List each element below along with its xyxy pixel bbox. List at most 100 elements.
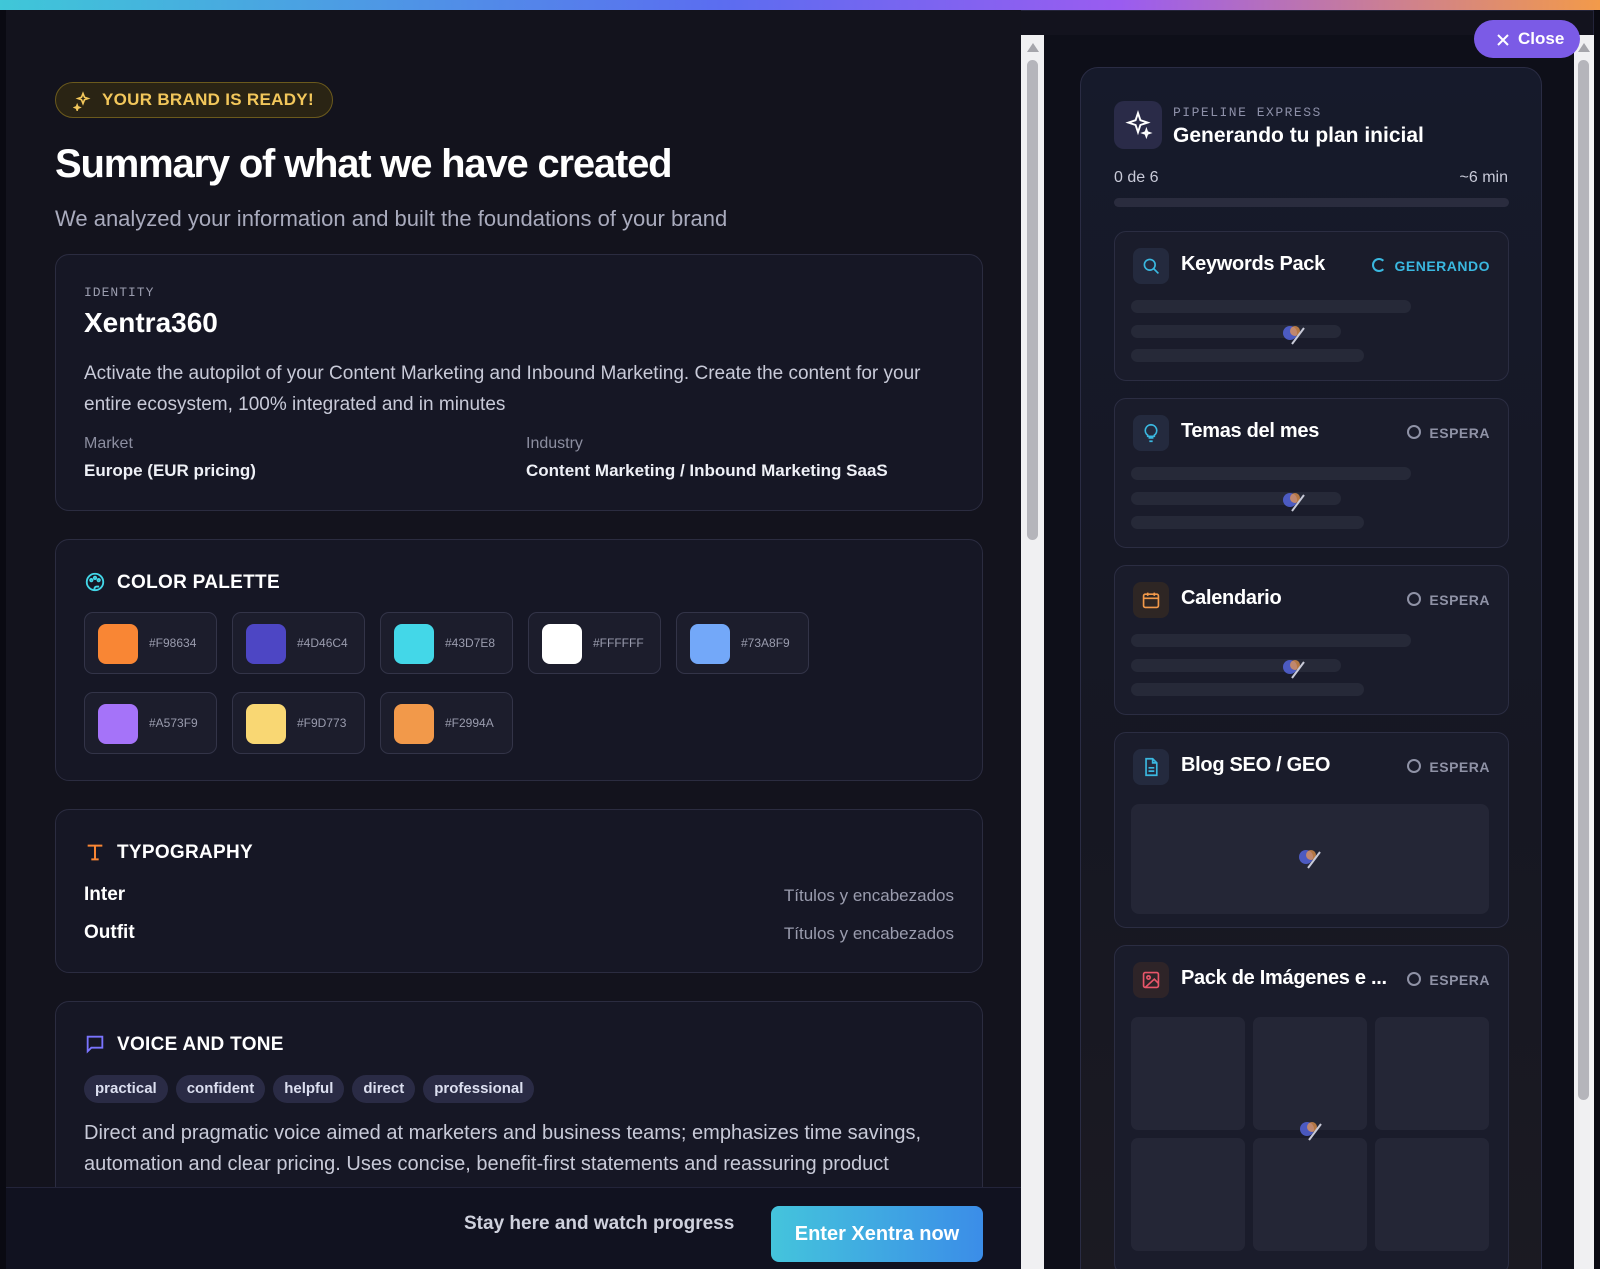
step-status-label: ESPERA <box>1429 592 1490 608</box>
identity-label: IDENTITY <box>84 285 155 300</box>
pipeline-step-images: Pack de Imágenes e ... ESPERA <box>1114 945 1509 1269</box>
message-icon <box>86 1035 104 1054</box>
skeleton-line <box>1131 349 1364 362</box>
font-usage: Títulos y encabezados <box>783 924 954 943</box>
brand-name: Xentra360 <box>84 307 218 338</box>
tone-tags: practical confident helpful direct professio… <box>84 1075 542 1103</box>
image-placeholder <box>1253 1138 1367 1251</box>
step-name: Blog SEO / GEO <box>1181 754 1331 776</box>
industry-value: Content Marketing / Inbound Marketing Sa… <box>526 461 888 480</box>
tone-tag: direct <box>352 1075 416 1103</box>
font-usage: Títulos y encabezados <box>783 886 954 905</box>
color-hex: #F2994A <box>445 716 494 730</box>
progress-eta: ~6 min <box>1459 169 1508 186</box>
pending-icon <box>1407 425 1422 439</box>
color-palette-card: COLOR PALETTE #F98634 #4D46C4 #43D7E8 #FFFF… <box>55 539 983 781</box>
color-hex: #43D7E8 <box>445 636 496 650</box>
blog-preview-placeholder <box>1131 804 1489 914</box>
document-icon <box>1133 749 1169 785</box>
color-chip <box>98 704 138 744</box>
market-value: Europe (EUR pricing) <box>84 461 256 480</box>
loading-logo-icon <box>1283 660 1305 679</box>
pipeline-title: Generando tu plan inicial <box>1173 124 1424 147</box>
skeleton-line <box>1131 516 1364 529</box>
color-hex: #A573F9 <box>149 716 198 730</box>
tone-tag: confident <box>175 1075 266 1103</box>
skeleton-line <box>1131 300 1411 313</box>
step-status: ESPERA <box>1407 972 1490 988</box>
color-swatch[interactable]: #F98634 <box>84 612 217 674</box>
color-chip <box>394 704 434 744</box>
skeleton-line <box>1131 467 1411 480</box>
search-icon <box>1133 248 1169 284</box>
modal-footer: Stay here and watch progress Enter Xentr… <box>6 1187 1021 1269</box>
image-placeholder <box>1375 1017 1489 1130</box>
color-swatch[interactable]: #FFFFFF <box>528 612 661 674</box>
pipeline-panel: PIPELINE EXPRESS Generando tu plan inici… <box>1080 67 1542 1269</box>
skeleton-line <box>1131 683 1364 696</box>
color-swatch[interactable]: #F9D773 <box>232 692 365 754</box>
color-chip <box>690 624 730 664</box>
progress-bar <box>1114 198 1509 207</box>
step-name: Calendario <box>1181 587 1282 609</box>
spinner-icon <box>1372 258 1387 272</box>
step-status: ESPERA <box>1407 425 1490 441</box>
color-hex: #73A8F9 <box>741 636 790 650</box>
identity-card: IDENTITY Xentra360 Activate the autopilo… <box>55 254 983 511</box>
close-icon <box>1497 34 1509 46</box>
sparkles-icon <box>73 91 91 111</box>
stay-here-button[interactable]: Stay here and watch progress <box>464 1213 734 1235</box>
step-status-label: GENERANDO <box>1394 258 1490 274</box>
color-chip <box>394 624 434 664</box>
step-status-label: ESPERA <box>1429 425 1490 441</box>
summary-pane: YOUR BRAND IS READY! Summary of what we … <box>6 10 1021 1187</box>
pipeline-step-keywords: Keywords Pack GENERANDO <box>1114 231 1509 381</box>
scroll-up-arrow-icon[interactable] <box>1578 43 1590 52</box>
voice-description: Direct and pragmatic voice aimed at mark… <box>84 1122 922 1175</box>
tone-tag: helpful <box>273 1075 345 1103</box>
font-name: Inter <box>84 884 126 905</box>
lightbulb-icon <box>1133 415 1169 451</box>
sparkles-icon <box>1114 101 1162 149</box>
step-name: Temas del mes <box>1181 420 1320 442</box>
loading-logo-icon <box>1300 1122 1322 1141</box>
pipeline-step-blog: Blog SEO / GEO ESPERA <box>1114 732 1509 928</box>
color-swatch[interactable]: #F2994A <box>380 692 513 754</box>
palette-icon <box>85 572 105 592</box>
step-name: Pack de Imágenes e ... <box>1181 967 1387 989</box>
scrollbar-thumb[interactable] <box>1578 60 1589 1100</box>
pipeline-step-topics: Temas del mes ESPERA <box>1114 398 1509 548</box>
tone-tag: professional <box>423 1075 535 1103</box>
progress-count: 0 de 6 <box>1114 169 1159 186</box>
color-chip <box>246 704 286 744</box>
step-status: ESPERA <box>1407 759 1490 775</box>
close-label: Close <box>1518 29 1565 48</box>
pipeline-step-calendar: Calendario ESPERA <box>1114 565 1509 715</box>
color-swatch[interactable]: #4D46C4 <box>232 612 365 674</box>
font-name: Outfit <box>84 922 135 943</box>
color-chip <box>98 624 138 664</box>
summary-scrollbar[interactable] <box>1021 35 1044 1269</box>
image-placeholder <box>1375 1138 1489 1251</box>
color-swatch[interactable]: #A573F9 <box>84 692 217 754</box>
palette-title: COLOR PALETTE <box>117 572 280 593</box>
loading-logo-icon <box>1283 493 1305 512</box>
top-gradient-bar <box>0 0 1600 10</box>
close-button[interactable]: Close <box>1474 20 1580 58</box>
pipeline-scrollbar[interactable] <box>1574 35 1594 1269</box>
pipeline-pane: PIPELINE EXPRESS Generando tu plan inici… <box>1044 35 1574 1269</box>
step-status-label: ESPERA <box>1429 972 1490 988</box>
calendar-icon <box>1133 582 1169 618</box>
voice-title: VOICE AND TONE <box>117 1034 284 1055</box>
loading-logo-icon <box>1299 850 1321 869</box>
typography-title: TYPOGRAPHY <box>117 842 254 863</box>
scrollbar-thumb[interactable] <box>1027 60 1038 540</box>
image-placeholder <box>1131 1138 1245 1251</box>
step-status-label: ESPERA <box>1429 759 1490 775</box>
industry-label: Industry <box>526 435 583 452</box>
color-swatch[interactable]: #43D7E8 <box>380 612 513 674</box>
color-swatch[interactable]: #73A8F9 <box>676 612 809 674</box>
enter-xentra-button[interactable]: Enter Xentra now <box>771 1206 983 1262</box>
step-status: GENERANDO <box>1372 258 1490 274</box>
scroll-up-arrow-icon[interactable] <box>1027 43 1039 52</box>
